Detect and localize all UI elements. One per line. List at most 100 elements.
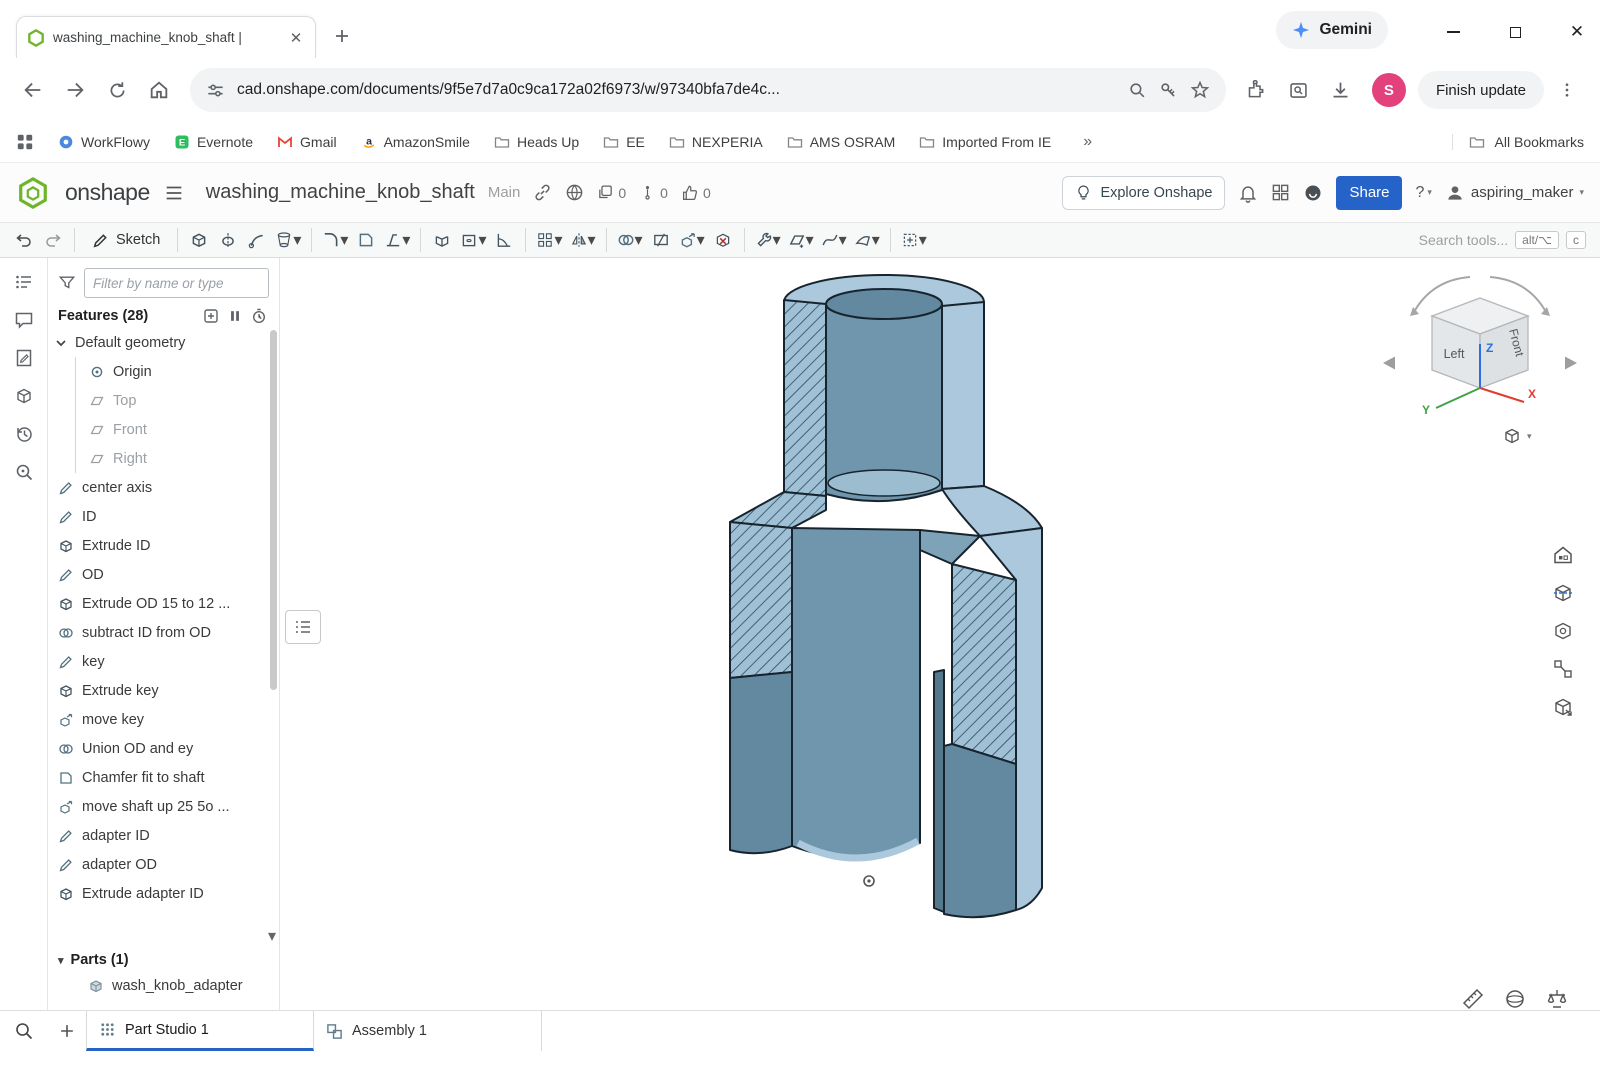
pause-updates-button[interactable] <box>228 309 242 323</box>
extensions-icon[interactable] <box>1238 71 1276 109</box>
feature-id[interactable]: ID <box>48 502 279 531</box>
bookmarks-overflow-chevron[interactable]: » <box>1083 133 1092 151</box>
feature-adapter-id[interactable]: adapter ID <box>48 821 279 850</box>
document-title[interactable]: washing_machine_knob_shaft <box>206 181 475 204</box>
shaded-view-button[interactable] <box>1500 984 1530 1010</box>
display-states-button[interactable] <box>1548 540 1578 570</box>
explore-panel-button[interactable] <box>14 462 34 482</box>
exploded-view-button[interactable] <box>1548 654 1578 684</box>
named-views-button[interactable] <box>1548 616 1578 646</box>
pattern-tool-button[interactable]: ▾ <box>533 225 565 255</box>
bookmark-gmail[interactable]: Gmail <box>277 134 337 150</box>
markup-panel-button[interactable] <box>14 348 34 368</box>
feature-top[interactable]: Top <box>75 386 279 415</box>
redo-button[interactable] <box>39 225 67 255</box>
feature-key[interactable]: key <box>48 647 279 676</box>
search-tools[interactable]: Search tools... alt/⌥ c <box>1419 231 1590 249</box>
sweep-tool-button[interactable] <box>243 225 271 255</box>
user-menu[interactable]: aspiring_maker ▾ <box>1445 183 1584 203</box>
view-cube[interactable]: Left Front Z X Y <box>1380 268 1580 463</box>
bookmark-heads-up[interactable]: Heads Up <box>494 134 579 150</box>
graphics-viewport[interactable]: Left Front Z X Y ▾ <box>280 258 1600 1010</box>
bookmark-star-icon[interactable] <box>1190 80 1210 100</box>
feature-chamfer-fit-to-shaft[interactable]: Chamfer fit to shaft <box>48 763 279 792</box>
feature-front[interactable]: Front <box>75 415 279 444</box>
feature-move-shaft-up-25-5o[interactable]: move shaft up 25 5o ... <box>48 792 279 821</box>
branch-label[interactable]: Main <box>488 184 521 201</box>
browser-tab[interactable]: washing_machine_knob_shaft | ✕ <box>16 16 316 58</box>
mass-properties-button[interactable] <box>1542 984 1572 1010</box>
url-bar[interactable]: cad.onshape.com/documents/9f5e7d7a0c9ca1… <box>190 68 1226 112</box>
copies-count[interactable]: 0 <box>597 184 626 201</box>
link-icon[interactable] <box>533 183 552 202</box>
zoom-icon[interactable] <box>1128 81 1147 100</box>
feature-od[interactable]: OD <box>48 560 279 589</box>
assistant-icon[interactable] <box>1303 183 1323 203</box>
tab-part-studio-1[interactable]: Part Studio 1 <box>86 1011 314 1051</box>
select-tool-button[interactable]: ▾ <box>898 225 930 255</box>
bookmark-workflowy[interactable]: WorkFlowy <box>58 134 150 150</box>
transform-tool-button[interactable]: ▾ <box>676 225 708 255</box>
feature-list-flyout-button[interactable] <box>285 610 321 644</box>
hamburger-menu-icon[interactable] <box>163 182 185 204</box>
home-button[interactable] <box>140 71 178 109</box>
split-tool-button[interactable] <box>647 225 675 255</box>
section-view-button[interactable] <box>1548 578 1578 608</box>
help-menu[interactable]: ? ▾ <box>1415 184 1431 202</box>
notifications-bell-icon[interactable] <box>1238 183 1258 203</box>
boolean-tool-button[interactable]: ▾ <box>614 225 646 255</box>
mirror-tool-button[interactable]: ▾ <box>567 225 599 255</box>
release-panel-button[interactable] <box>14 386 34 406</box>
feature-right[interactable]: Right <box>75 444 279 473</box>
share-button[interactable]: Share <box>1336 176 1402 210</box>
filter-icon[interactable] <box>58 274 76 292</box>
explore-onshape-button[interactable]: Explore Onshape <box>1062 176 1225 210</box>
feature-center-axis[interactable]: center axis <box>48 473 279 502</box>
feature-default-geometry[interactable]: Default geometry <box>48 328 279 357</box>
bookmark-amazonsmile[interactable]: aAmazonSmile <box>361 134 470 150</box>
feature-origin[interactable]: Origin <box>75 357 279 386</box>
tab-close-icon[interactable]: ✕ <box>287 29 305 47</box>
url-text[interactable]: cad.onshape.com/documents/9f5e7d7a0c9ca1… <box>237 81 1116 99</box>
window-maximize-button[interactable] <box>1502 22 1528 42</box>
all-bookmarks-label[interactable]: All Bookmarks <box>1495 134 1584 150</box>
apps-grid-icon[interactable] <box>16 133 34 151</box>
finish-update-button[interactable]: Finish update <box>1418 71 1544 109</box>
feature-union-od-and-ey[interactable]: Union OD and ey <box>48 734 279 763</box>
panel-scrollbar-thumb[interactable] <box>270 330 277 690</box>
insert-feature-button[interactable] <box>203 308 219 324</box>
feature-list-panel-button[interactable] <box>14 272 34 292</box>
curve-tool-button[interactable]: ▾ <box>818 225 850 255</box>
bookmark-imported-from-ie[interactable]: Imported From IE <box>919 134 1051 150</box>
onshape-wordmark[interactable]: onshape <box>65 179 150 206</box>
feature-move-key[interactable]: move key <box>48 705 279 734</box>
rib-tool-button[interactable] <box>490 225 518 255</box>
chamfer-tool-button[interactable] <box>352 225 380 255</box>
undo-button[interactable] <box>10 225 38 255</box>
side-panel-search-icon[interactable] <box>1280 71 1318 109</box>
shell-tool-button[interactable] <box>428 225 456 255</box>
delete-part-tool-button[interactable] <box>709 225 737 255</box>
comments-panel-button[interactable] <box>14 310 34 330</box>
reload-button[interactable] <box>98 71 136 109</box>
hole-tool-button[interactable]: ▾ <box>457 225 489 255</box>
modify-tool-button[interactable]: ▾ <box>752 225 784 255</box>
part-wash-knob-adapter[interactable]: wash_knob_adapter <box>48 972 279 1000</box>
passwords-key-icon[interactable] <box>1159 81 1178 100</box>
tab-assembly-1[interactable]: Assembly 1 <box>314 1011 542 1051</box>
bookmark-ams-osram[interactable]: AMS OSRAM <box>787 134 896 150</box>
search-tabs-button[interactable] <box>0 1011 48 1051</box>
appearance-panel-button[interactable] <box>1548 692 1578 722</box>
onshape-logo[interactable] <box>16 176 50 210</box>
sketch-button[interactable]: Sketch <box>82 225 170 255</box>
add-tab-button[interactable] <box>48 1011 86 1051</box>
scroll-more-chevron-icon[interactable]: ▾ <box>268 926 276 946</box>
app-switcher-icon[interactable] <box>1271 183 1290 202</box>
feature-extrude-key[interactable]: Extrude key <box>48 676 279 705</box>
revolve-tool-button[interactable] <box>214 225 242 255</box>
feature-extrude-od-15-to-12[interactable]: Extrude OD 15 to 12 ... <box>48 589 279 618</box>
bookmark-ee[interactable]: EE <box>603 134 645 150</box>
extrude-tool-button[interactable] <box>185 225 213 255</box>
plane-tool-button[interactable]: ▾ <box>785 225 817 255</box>
feature-subtract-id-from-od[interactable]: subtract ID from OD <box>48 618 279 647</box>
